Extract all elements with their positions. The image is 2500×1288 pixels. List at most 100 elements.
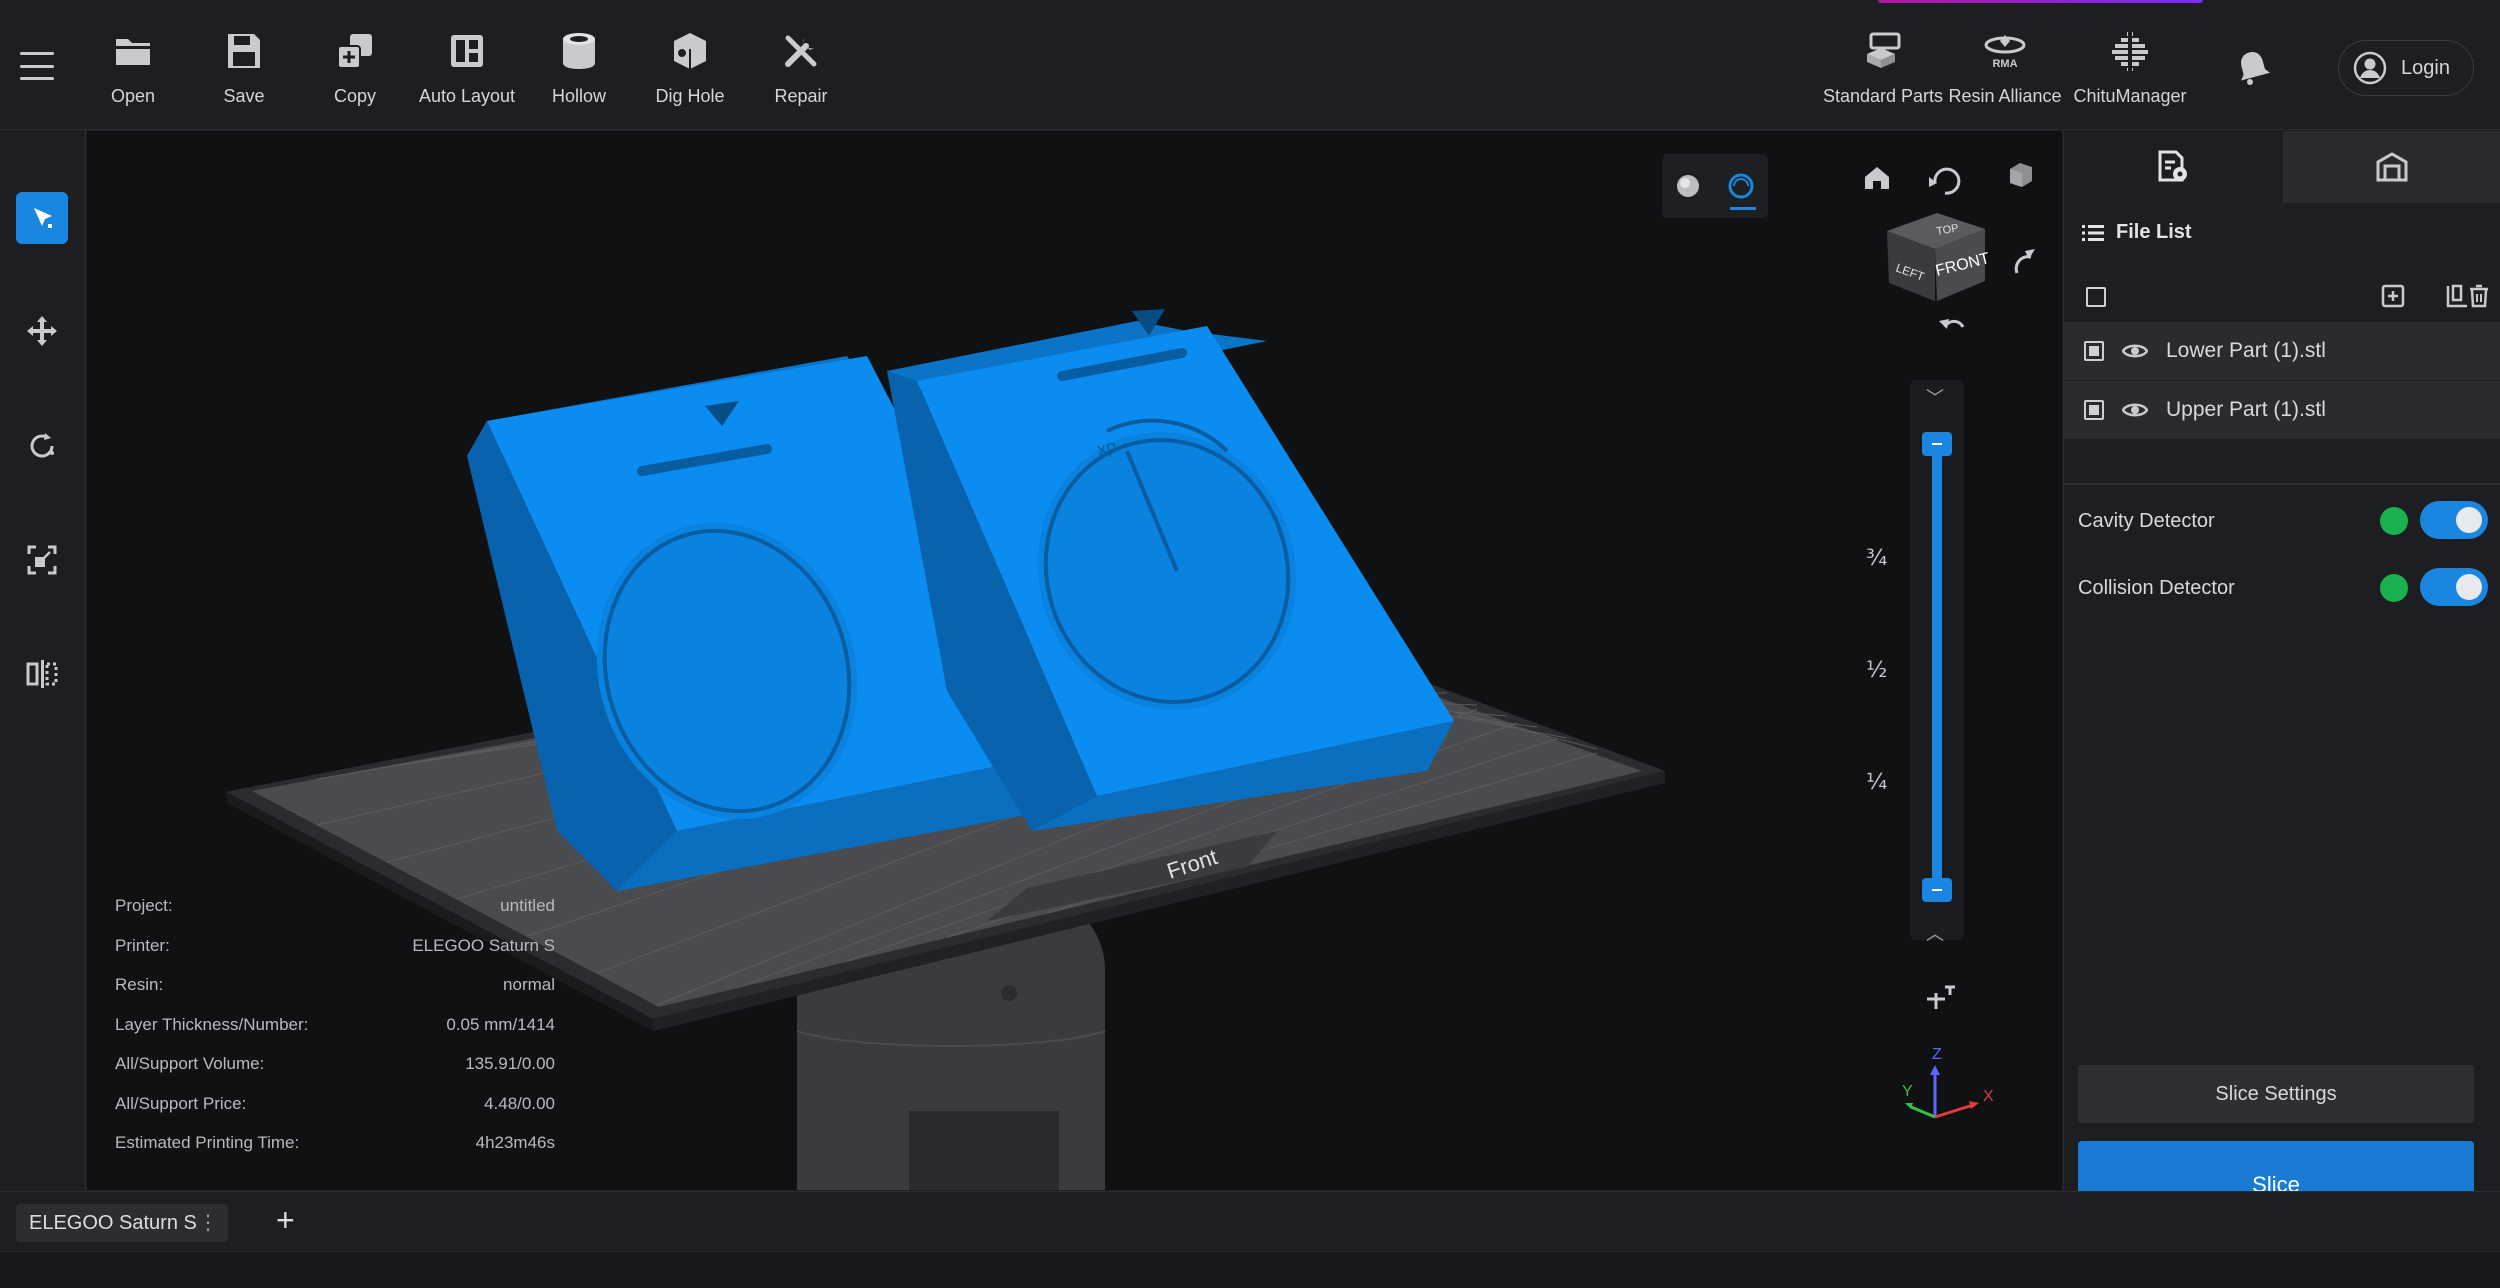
- save-icon: [189, 28, 299, 74]
- info-key: All/Support Volume:: [115, 1054, 265, 1073]
- tab-printer[interactable]: [2282, 131, 2500, 203]
- printer-tab[interactable]: ELEGOO Saturn S ⋮: [16, 1204, 228, 1242]
- delete-icon[interactable]: [2466, 283, 2492, 309]
- list-icon: [2082, 224, 2104, 241]
- solid-render-icon[interactable]: [1675, 173, 1701, 199]
- tab-menu-icon[interactable]: ⋮: [198, 1210, 218, 1235]
- slider-mark-quarter: ¼: [1866, 770, 1888, 795]
- view-rotate-right-icon[interactable]: [2014, 249, 2035, 274]
- visibility-eye-icon[interactable]: [2122, 342, 2148, 360]
- select-all-checkbox[interactable]: [2086, 287, 2106, 307]
- visibility-eye-icon[interactable]: [2122, 401, 2148, 419]
- copy-button[interactable]: Copy: [300, 28, 410, 107]
- copy-label: Copy: [333, 86, 377, 106]
- menu-icon[interactable]: [20, 52, 54, 80]
- top-toolbar: Open Save Copy Auto Layout Hollow Dig Ho…: [0, 0, 2500, 130]
- view-cube[interactable]: TOP LEFT FRONT: [1887, 213, 1992, 301]
- file-list-header: File List: [2082, 221, 2192, 244]
- info-value: 4.48/0.00: [484, 1093, 555, 1113]
- layer-slider-upper-handle[interactable]: [1922, 432, 1952, 456]
- layer-jump-icon[interactable]: [1927, 985, 1955, 1009]
- file-checkbox[interactable]: [2084, 400, 2104, 420]
- slider-up-chevron-icon[interactable]: ﹀: [1926, 384, 1944, 410]
- standard-parts-label: Standard Parts: [1822, 86, 1944, 106]
- info-value: ELEGOO Saturn S: [412, 935, 555, 955]
- info-key: Resin:: [115, 975, 164, 994]
- save-button[interactable]: Save: [189, 28, 299, 107]
- standard-parts-button[interactable]: Standard Parts: [1818, 28, 1948, 107]
- add-file-icon[interactable]: [2380, 283, 2406, 309]
- info-key: All/Support Price:: [115, 1093, 247, 1113]
- mirror-tool-button[interactable]: [16, 648, 68, 700]
- dig-hole-label: Dig Hole: [655, 86, 725, 106]
- login-button[interactable]: Login: [2338, 40, 2474, 96]
- auto-layout-button[interactable]: Auto Layout: [412, 28, 522, 107]
- resin-alliance-button[interactable]: RMA Resin Alliance: [1940, 28, 2070, 107]
- move-tool-button[interactable]: [16, 305, 68, 357]
- collision-detector-label: Collision Detector: [2078, 576, 2235, 599]
- select-arrow-icon: [34, 208, 52, 228]
- file-list-item[interactable]: Lower Part (1).stl: [2064, 322, 2500, 380]
- folder-icon: [78, 28, 188, 74]
- tab-file-settings[interactable]: [2064, 131, 2283, 203]
- move-icon: [27, 316, 57, 346]
- view-undo-icon[interactable]: [1929, 167, 1961, 195]
- file-name: Lower Part (1).stl: [2166, 339, 2326, 362]
- info-row: All/Support Price: 4.48/0.00: [115, 1094, 555, 1134]
- file-list-item[interactable]: Upper Part (1).stl: [2064, 381, 2500, 439]
- resin-alliance-icon: RMA: [1940, 28, 2070, 74]
- view-rotate-down-icon[interactable]: [1939, 319, 1965, 329]
- auto-layout-icon: [412, 28, 522, 74]
- view-home-icon[interactable]: [1865, 167, 1889, 189]
- file-checkbox[interactable]: [2084, 341, 2104, 361]
- info-value: 0.05 mm/1414: [446, 1014, 555, 1034]
- info-row: Project: untitled: [115, 896, 555, 936]
- info-key: Estimated Printing Time:: [115, 1133, 300, 1152]
- add-tab-button[interactable]: +: [276, 1202, 295, 1239]
- info-key: Project:: [115, 896, 173, 915]
- right-panel: File List Lower Part (1).stl Upper Part …: [2063, 131, 2500, 1229]
- cavity-detector-toggle[interactable]: [2420, 501, 2488, 539]
- hollow-button[interactable]: Hollow: [524, 28, 634, 107]
- status-ok-face-icon: [2380, 574, 2408, 602]
- slice-settings-button[interactable]: Slice Settings: [2078, 1065, 2474, 1123]
- notification-bell-icon[interactable]: [2236, 48, 2271, 91]
- layer-slider-lower-handle[interactable]: [1922, 878, 1952, 902]
- y-axis-label: Y: [1902, 1083, 1913, 1100]
- info-value: 4h23m46s: [475, 1133, 555, 1152]
- panel-tabs: [2064, 131, 2500, 203]
- standard-parts-icon: [1818, 28, 1948, 74]
- cavity-detector-label: Cavity Detector: [2078, 509, 2215, 532]
- slider-mark-half: ½: [1866, 658, 1888, 683]
- copy-icon: [300, 28, 410, 74]
- info-row: Printer: ELEGOO Saturn S: [115, 936, 555, 976]
- dig-hole-icon: [635, 28, 745, 74]
- slider-mark-three-quarters: ¾: [1866, 546, 1888, 571]
- dig-hole-button[interactable]: Dig Hole: [635, 28, 745, 107]
- collision-detector-row: Collision Detector: [2078, 568, 2488, 608]
- slider-down-chevron-icon[interactable]: ︿: [1926, 920, 1944, 946]
- repair-button[interactable]: Repair: [746, 28, 856, 107]
- open-button[interactable]: Open: [78, 28, 188, 107]
- select-tool-button[interactable]: [16, 192, 68, 244]
- info-row: Resin: normal: [115, 975, 555, 1015]
- info-key: Printer:: [115, 935, 170, 955]
- layer-slider-bar[interactable]: [1932, 440, 1942, 895]
- scale-tool-button[interactable]: [16, 534, 68, 586]
- x-axis-label: X: [1983, 1088, 1994, 1105]
- rotate-icon: [30, 433, 54, 458]
- render-mode-toggle: [1662, 154, 1768, 218]
- printer-icon: [2376, 152, 2408, 182]
- info-key: Layer Thickness/Number:: [115, 1014, 309, 1034]
- z-axis-label: Z: [1932, 1046, 1942, 1063]
- file-name: Upper Part (1).stl: [2166, 398, 2326, 421]
- wireframe-render-icon[interactable]: [1727, 172, 1755, 200]
- accent-strip: [1878, 0, 2203, 3]
- rotate-tool-button[interactable]: [16, 420, 68, 472]
- chitumanager-button[interactable]: ChituManager: [2065, 28, 2195, 107]
- collision-detector-toggle[interactable]: [2420, 568, 2488, 606]
- info-value: 135.91/0.00: [465, 1054, 555, 1073]
- info-row: Estimated Printing Time: 4h23m46s: [115, 1133, 555, 1173]
- open-label: Open: [110, 86, 156, 106]
- view-iso-cube-icon[interactable]: [2010, 163, 2032, 187]
